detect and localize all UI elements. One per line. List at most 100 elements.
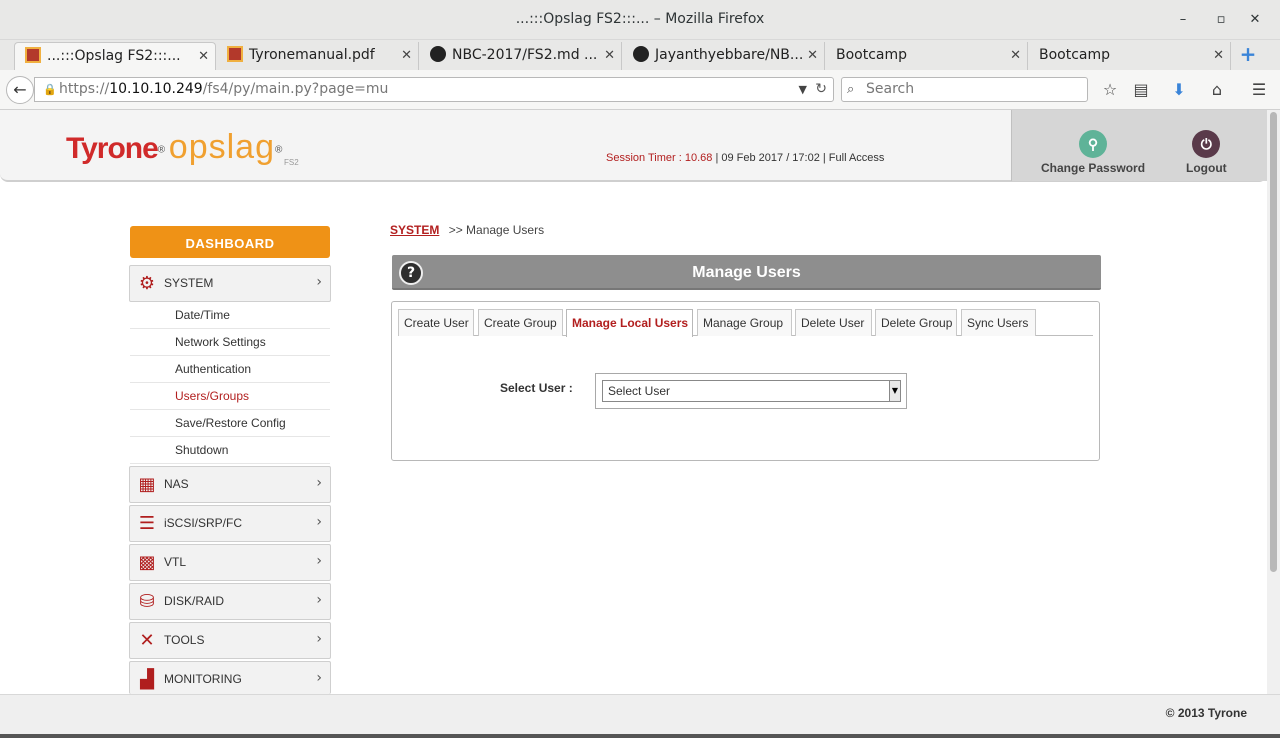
- menu-icon[interactable]: ☰: [1248, 79, 1270, 101]
- select-user-value[interactable]: Select User: [602, 380, 890, 402]
- menu-label: TOOLS: [164, 633, 205, 647]
- sidebar-menu-monitoring[interactable]: ▟ MONITORING ›: [129, 661, 331, 694]
- change-password-button[interactable]: ⚲ Change Password: [1041, 130, 1145, 175]
- iscsi-icon: ☰: [138, 513, 156, 534]
- tab-delete-user[interactable]: Delete User: [795, 309, 872, 336]
- chevron-right-icon: ›: [316, 514, 322, 530]
- home-icon[interactable]: ⌂: [1206, 79, 1228, 101]
- breadcrumb-system-link[interactable]: SYSTEM: [390, 223, 439, 237]
- reading-list-icon[interactable]: ▤: [1130, 79, 1152, 101]
- logout-button[interactable]: ⏻ Logout: [1186, 130, 1227, 175]
- lock-icon: 🔒: [43, 83, 57, 96]
- select-user-dropdown[interactable]: Select User ▼: [595, 373, 907, 409]
- logo-sub: FS2: [284, 158, 299, 167]
- chevron-right-icon: ›: [316, 553, 322, 569]
- tab-label: Jayanthyebbare/NB...: [655, 47, 804, 63]
- vtl-icon: ▩: [138, 552, 156, 573]
- chevron-right-icon: ›: [316, 274, 322, 290]
- menu-label: NAS: [164, 477, 189, 491]
- page-title: Manage Users: [692, 264, 801, 281]
- select-user-label: Select User :: [500, 381, 573, 395]
- sidebar-menu-disk-raid[interactable]: ⛁ DISK/RAID ›: [129, 583, 331, 620]
- page-scrollbar[interactable]: [1267, 110, 1280, 694]
- back-button[interactable]: ←: [6, 76, 34, 104]
- tab-close-icon[interactable]: ✕: [807, 42, 818, 69]
- download-icon[interactable]: ⬇: [1168, 79, 1190, 101]
- logo: Tyrone® opslag® FS2: [66, 128, 299, 167]
- reload-icon[interactable]: ↻: [815, 78, 827, 101]
- tab-sync-users[interactable]: Sync Users: [961, 309, 1036, 336]
- session-timer: Session Timer : 10.68: [606, 152, 713, 164]
- github-icon: [430, 46, 446, 62]
- sidebar-menu-system[interactable]: ⚙ SYSTEM ›: [129, 265, 331, 302]
- tab-close-icon[interactable]: ✕: [1010, 42, 1021, 69]
- tab-label: Bootcamp: [1039, 47, 1111, 63]
- logout-label: Logout: [1186, 161, 1227, 175]
- dashboard-button[interactable]: DASHBOARD: [130, 226, 330, 258]
- search-placeholder: Search: [866, 81, 915, 97]
- tab-delete-group[interactable]: Delete Group: [875, 309, 957, 336]
- tab-create-user[interactable]: Create User: [398, 309, 474, 336]
- browser-tab[interactable]: Tyronemanual.pdf ✕: [217, 42, 419, 70]
- sidebar-menu-iscsi[interactable]: ☰ iSCSI/SRP/FC ›: [129, 505, 331, 542]
- maximize-button[interactable]: ▫: [1211, 10, 1231, 30]
- key-icon: ⚲: [1079, 130, 1108, 158]
- logo-mark: ®: [157, 144, 166, 156]
- copyright: © 2013 Tyrone: [1165, 706, 1247, 720]
- sidebar-item-users-groups[interactable]: Users/Groups: [130, 383, 330, 410]
- browser-tab-bar: ...:::Opslag FS2:::... ✕ Tyronemanual.pd…: [0, 40, 1280, 70]
- browser-tab[interactable]: Bootcamp ✕: [1029, 42, 1231, 70]
- logo-mark: ®: [275, 144, 283, 156]
- tab-close-icon[interactable]: ✕: [401, 42, 412, 69]
- browser-tab[interactable]: Jayanthyebbare/NB... ✕: [623, 42, 825, 70]
- tab-create-group[interactable]: Create Group: [478, 309, 563, 336]
- bottom-divider: [0, 734, 1280, 738]
- sidebar-item-save-restore-config[interactable]: Save/Restore Config: [130, 410, 330, 437]
- bookmark-star-icon[interactable]: ☆: [1099, 79, 1121, 101]
- tools-icon: ✕: [139, 630, 155, 651]
- sidebar-item-authentication[interactable]: Authentication: [130, 356, 330, 383]
- browser-tab[interactable]: NBC-2017/FS2.md ... ✕: [420, 42, 622, 70]
- logo-product: opslag: [168, 128, 275, 166]
- breadcrumb-current: >> Manage Users: [448, 223, 545, 237]
- tab-manage-group[interactable]: Manage Group: [697, 309, 792, 336]
- url-dropdown-icon[interactable]: ▼: [799, 78, 807, 101]
- window-close-button[interactable]: ✕: [1245, 10, 1265, 30]
- sidebar-menu-nas[interactable]: ▦ NAS ›: [129, 466, 331, 503]
- power-icon: ⏻: [1192, 130, 1221, 158]
- sidebar-menu-tools[interactable]: ✕ TOOLS ›: [129, 622, 331, 659]
- window-title: ...:::Opslag FS2:::... – Mozilla Firefox: [515, 11, 765, 27]
- menu-label: SYSTEM: [164, 276, 214, 290]
- tab-close-icon[interactable]: ✕: [1213, 42, 1224, 69]
- minimize-button[interactable]: –: [1173, 10, 1193, 30]
- back-arrow-icon: ←: [13, 80, 27, 99]
- search-icon: ⌕: [847, 82, 855, 97]
- menu-label: MONITORING: [164, 672, 242, 686]
- document-icon: [25, 47, 41, 63]
- tab-close-icon[interactable]: ✕: [198, 43, 209, 70]
- tab-label: ...:::Opslag FS2:::...: [47, 48, 181, 64]
- sidebar-item-date-time[interactable]: Date/Time: [130, 302, 330, 329]
- tab-close-icon[interactable]: ✕: [604, 42, 615, 69]
- gear-icon: ⚙: [138, 273, 156, 294]
- chevron-right-icon: ›: [316, 592, 322, 608]
- app-header: Tyrone® opslag® FS2 Session Timer : 10.6…: [0, 110, 1267, 182]
- tab-label: NBC-2017/FS2.md ...: [452, 47, 598, 63]
- github-icon: [633, 46, 649, 62]
- sidebar-menu-vtl[interactable]: ▩ VTL ›: [129, 544, 331, 581]
- browser-tab[interactable]: Bootcamp ✕: [826, 42, 1028, 70]
- window-titlebar: ...:::Opslag FS2:::... – Mozilla Firefox…: [0, 0, 1280, 40]
- url-bar[interactable]: 🔒 https://10.10.10.249/fs4/py/main.py?pa…: [34, 77, 834, 102]
- header-actions: ⚲ Change Password ⏻ Logout: [1011, 110, 1267, 181]
- tab-label: Tyronemanual.pdf: [249, 47, 375, 63]
- new-tab-button[interactable]: +: [1238, 44, 1258, 64]
- scrollbar-thumb[interactable]: [1270, 112, 1277, 572]
- search-input[interactable]: ⌕ Search: [841, 77, 1088, 102]
- tab-manage-local-users[interactable]: Manage Local Users: [566, 309, 693, 337]
- browser-tab[interactable]: ...:::Opslag FS2:::... ✕: [14, 42, 216, 70]
- sidebar-item-network-settings[interactable]: Network Settings: [130, 329, 330, 356]
- chevron-down-icon[interactable]: ▼: [889, 380, 901, 402]
- panel-tab-row: Create User Create Group Manage Local Us…: [398, 309, 1093, 337]
- tab-label: Bootcamp: [836, 47, 908, 63]
- sidebar-item-shutdown[interactable]: Shutdown: [130, 437, 330, 464]
